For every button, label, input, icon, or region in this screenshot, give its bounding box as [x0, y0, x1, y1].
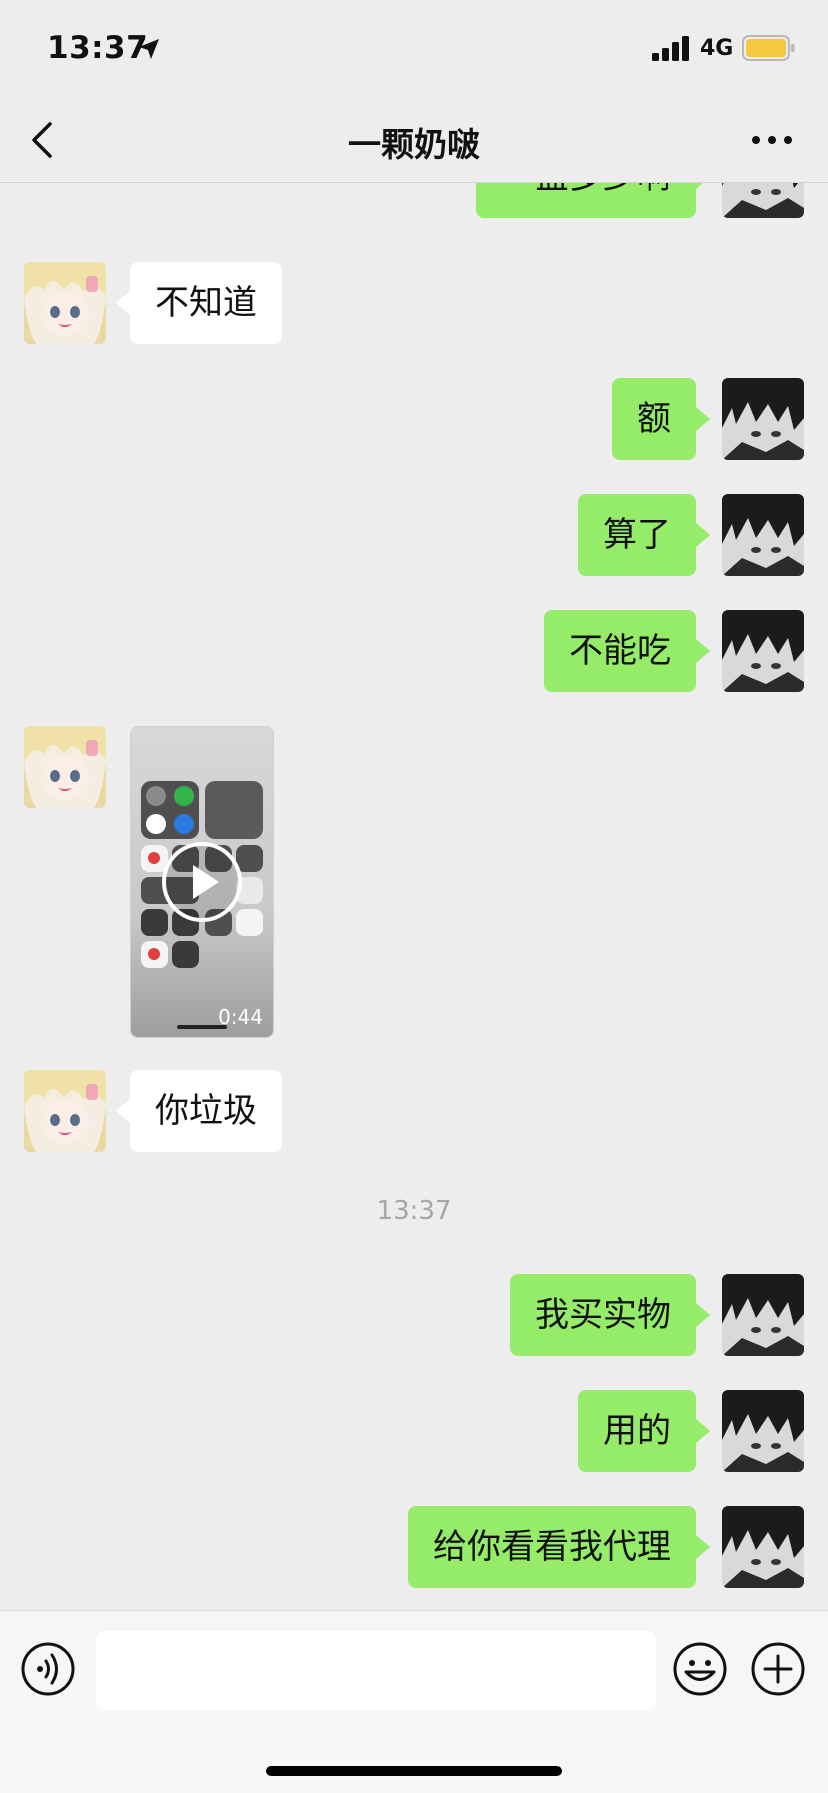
video-message[interactable]: 0:44: [130, 726, 274, 1038]
contact-avatar[interactable]: [24, 726, 106, 808]
my-avatar[interactable]: [722, 610, 804, 692]
home-indicator[interactable]: [266, 1766, 562, 1776]
my-avatar[interactable]: [722, 494, 804, 576]
status-time: 13:37: [47, 30, 149, 66]
message-bubble-incoming[interactable]: 不知道: [116, 262, 282, 344]
add-more-icon[interactable]: [750, 1641, 806, 1697]
message-bubble-outgoing[interactable]: 用的: [578, 1390, 710, 1472]
my-avatar[interactable]: [722, 1274, 804, 1356]
my-avatar[interactable]: [722, 1506, 804, 1588]
message-bubble-incoming[interactable]: 你垃圾: [116, 1070, 282, 1152]
message-bubble-outgoing[interactable]: 算了: [578, 494, 710, 576]
chat-timestamp: 13:37: [376, 1196, 452, 1226]
battery-icon: [742, 35, 795, 61]
message-bubble-outgoing[interactable]: 给你看看我代理: [408, 1506, 710, 1588]
my-avatar[interactable]: [722, 378, 804, 460]
more-options-icon[interactable]: [748, 128, 796, 152]
message-bubble-outgoing[interactable]: 额: [612, 378, 710, 460]
emoji-icon[interactable]: [672, 1641, 728, 1697]
video-thumbnail: [131, 727, 273, 1037]
message-bubble-outgoing[interactable]: 不能吃: [544, 610, 710, 692]
contact-avatar[interactable]: [24, 262, 106, 344]
contact-avatar[interactable]: [24, 1070, 106, 1152]
message-bubble-outgoing[interactable]: 我买实物: [510, 1274, 710, 1356]
status-bar: 13:37 4G: [0, 0, 828, 100]
voice-input-icon[interactable]: [20, 1641, 76, 1697]
network-type: 4G: [700, 36, 734, 61]
chat-title: 一颗奶啵: [348, 125, 480, 164]
nav-bar: 一颗奶啵: [0, 100, 828, 183]
my-avatar[interactable]: [722, 1390, 804, 1472]
message-input[interactable]: [96, 1631, 656, 1711]
signal-icon: [652, 36, 689, 61]
video-duration: 0:44: [218, 1005, 263, 1029]
location-arrow-icon: [139, 39, 159, 59]
chat-area[interactable]: 一盒多少啊 不知道 额: [0, 100, 828, 1610]
